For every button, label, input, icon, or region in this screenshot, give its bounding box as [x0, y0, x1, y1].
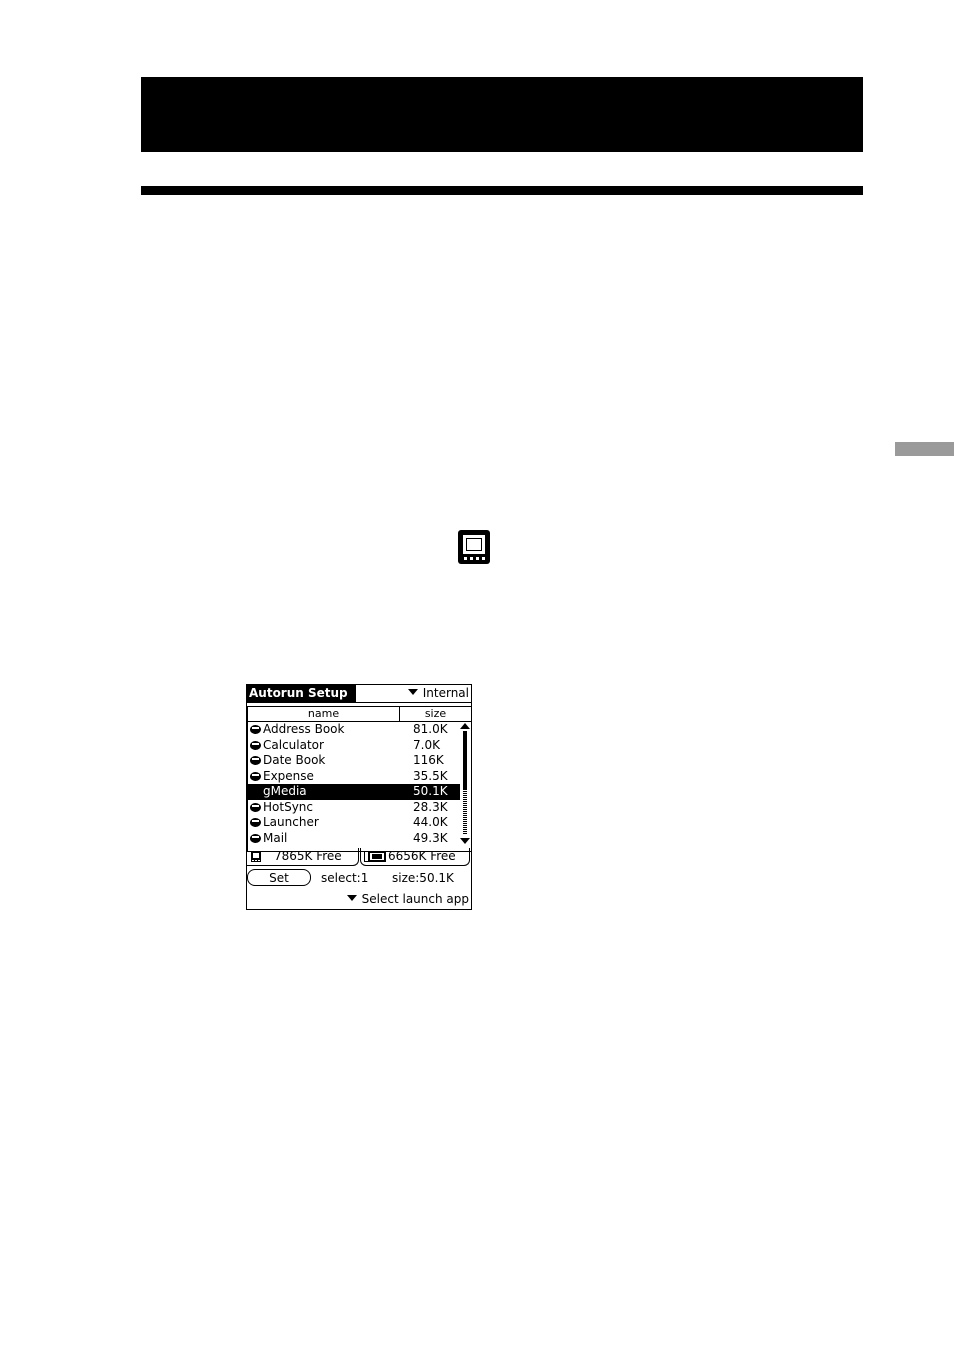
app-name: Mail — [263, 830, 288, 845]
app-name: Expense — [263, 768, 314, 783]
palm-app-icon — [250, 833, 261, 843]
scroll-track[interactable] — [463, 789, 467, 835]
app-size: 28.3K — [413, 799, 448, 814]
title-divider — [246, 702, 472, 703]
memory-tabs: 7865K Free 6656K Free — [247, 848, 471, 866]
launch-app-label: Select launch app — [361, 892, 469, 906]
memory-stick-card-icon — [458, 530, 490, 564]
app-name: Launcher — [263, 815, 319, 829]
app-name: Address Book — [263, 722, 345, 736]
tab-internal-memory[interactable]: 7865K Free — [247, 848, 359, 866]
location-value: Internal — [422, 686, 469, 700]
launch-app-select[interactable]: Select launch app — [346, 891, 469, 907]
app-name: gMedia — [263, 784, 307, 798]
memory-card-icon — [364, 851, 386, 862]
app-name: Date Book — [263, 753, 326, 767]
column-header-size[interactable]: size — [400, 707, 471, 721]
app-row[interactable]: HotSync 28.3K — [248, 800, 460, 816]
dropdown-arrow-icon — [407, 689, 418, 695]
select-count: select:1 — [321, 871, 369, 885]
app-row[interactable]: gMedia 50.1K — [248, 784, 460, 800]
app-size: 35.5K — [413, 768, 448, 783]
dropdown-arrow-icon — [346, 895, 357, 901]
autorun-setup-screen: Autorun Setup Internal name size Address… — [246, 684, 472, 910]
scroll-up-arrow-icon[interactable] — [460, 723, 470, 729]
screen-title: Autorun Setup — [246, 684, 356, 703]
app-list: Address Book 81.0K Calculator 7.0K Date Book… — [248, 722, 460, 846]
app-size: 7.0K — [413, 737, 440, 752]
internal-memory-icon — [251, 851, 261, 862]
app-row[interactable]: Address Book 81.0K — [248, 722, 460, 738]
scrollbar[interactable] — [460, 723, 470, 844]
palm-app-icon — [250, 740, 261, 750]
app-row[interactable]: Mail 49.3K — [248, 831, 460, 847]
header-rule — [141, 186, 863, 195]
app-row[interactable]: Expense 35.5K — [248, 769, 460, 785]
app-name: HotSync — [263, 799, 313, 814]
palm-app-icon — [250, 802, 261, 812]
scroll-down-arrow-icon[interactable] — [460, 838, 470, 844]
side-index-tab — [895, 442, 954, 456]
app-size: 81.0K — [413, 722, 448, 736]
app-name: Calculator — [263, 737, 324, 752]
palm-app-icon — [250, 725, 261, 734]
app-row[interactable]: Launcher 44.0K — [248, 815, 460, 831]
app-size: 49.3K — [413, 830, 448, 845]
app-size: 44.0K — [413, 815, 448, 829]
app-size: 116K — [413, 753, 444, 767]
tab-memory-card[interactable]: 6656K Free — [360, 848, 470, 866]
internal-free-text: 7865K Free — [274, 849, 342, 863]
palm-app-icon — [250, 756, 261, 765]
scroll-thumb[interactable] — [463, 731, 467, 789]
palm-app-icon — [250, 818, 261, 827]
header-band — [141, 77, 863, 152]
location-select[interactable]: Internal — [407, 685, 469, 701]
palm-app-icon — [250, 771, 261, 781]
app-size: 50.1K — [413, 784, 448, 798]
app-row[interactable]: Calculator 7.0K — [248, 738, 460, 754]
selected-size: size:50.1K — [392, 871, 454, 885]
app-table: name size Address Book 81.0K Calculator 7.0… — [247, 706, 472, 852]
set-button[interactable]: Set — [247, 869, 311, 886]
card-free-text: 6656K Free — [388, 849, 456, 863]
column-header-name[interactable]: name — [248, 707, 400, 721]
app-row[interactable]: Date Book 116K — [248, 753, 460, 769]
